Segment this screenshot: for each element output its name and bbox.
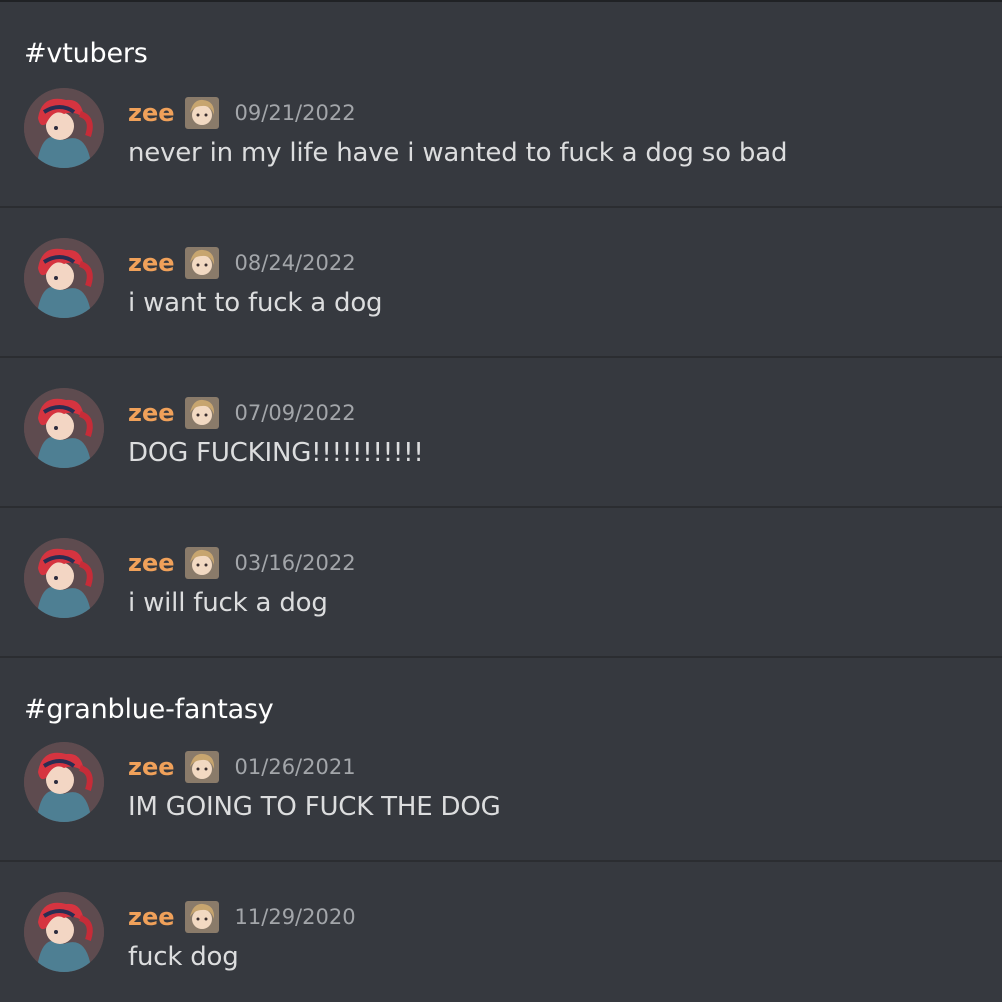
divider [0,656,1002,658]
profile-badge-icon [184,97,219,129]
avatar[interactable] [24,892,104,972]
timestamp: 08/24/2022 [234,251,356,275]
avatar[interactable] [24,238,104,318]
divider [0,206,1002,208]
username[interactable]: zee [128,249,175,277]
avatar-icon [24,388,104,468]
avatar[interactable] [24,538,104,618]
channel-header[interactable]: #vtubers [24,38,148,69]
channel-header[interactable]: #granblue-fantasy [24,694,274,725]
profile-badge-icon [184,247,219,279]
username[interactable]: zee [128,753,175,781]
message-content: IM GOING TO FUCK THE DOG [128,792,501,822]
profile-badge-icon [184,547,219,579]
avatar-icon [24,892,104,972]
avatar[interactable] [24,88,104,168]
avatar[interactable] [24,742,104,822]
username[interactable]: zee [128,399,175,427]
divider [0,356,1002,358]
timestamp: 09/21/2022 [234,101,356,125]
timestamp: 11/29/2020 [234,905,356,929]
divider [0,860,1002,862]
username[interactable]: zee [128,549,175,577]
message-content: fuck dog [128,942,239,972]
avatar-icon [24,742,104,822]
message-content: i want to fuck a dog [128,288,383,318]
message-content: DOG FUCKING!!!!!!!!!!! [128,438,424,468]
search-results-panel: #vtubers zee 09/21/2022 never in my life… [0,0,1002,1002]
avatar-icon [24,88,104,168]
message-content: never in my life have i wanted to fuck a… [128,138,788,168]
avatar-icon [24,238,104,318]
avatar-icon [24,538,104,618]
avatar[interactable] [24,388,104,468]
profile-badge-icon [184,751,219,783]
timestamp: 03/16/2022 [234,551,356,575]
timestamp: 07/09/2022 [234,401,356,425]
divider [0,506,1002,508]
username[interactable]: zee [128,99,175,127]
profile-badge-icon [184,397,219,429]
timestamp: 01/26/2021 [234,755,356,779]
message-content: i will fuck a dog [128,588,328,618]
profile-badge-icon [184,901,219,933]
username[interactable]: zee [128,903,175,931]
